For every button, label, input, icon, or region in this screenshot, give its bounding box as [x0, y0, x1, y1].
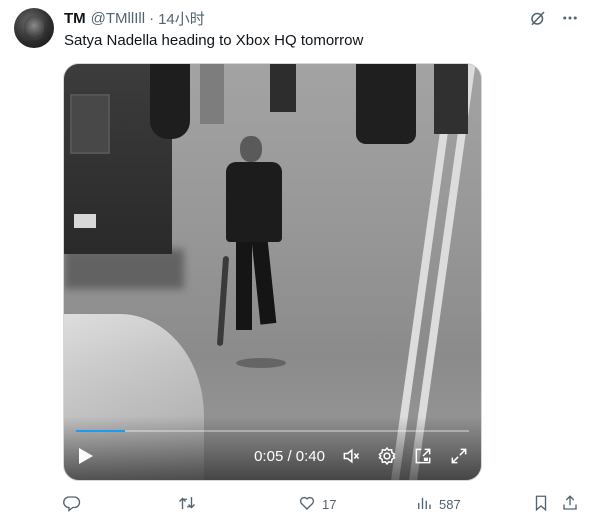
progress-bar[interactable]: [76, 430, 469, 432]
views-count: 587: [439, 497, 461, 512]
bookmark-button[interactable]: [532, 494, 550, 515]
retweet-icon: [177, 494, 197, 515]
tweet-text: Satya Nadella heading to Xbox HQ tomorro…: [64, 32, 364, 49]
separator-dot: ·: [149, 9, 155, 27]
video-timecode: 0:05 / 0:40: [254, 447, 325, 465]
retweet-button[interactable]: [177, 494, 203, 515]
user-handle[interactable]: @TMllIll: [91, 10, 145, 27]
settings-icon[interactable]: [377, 446, 397, 466]
bookmark-icon: [532, 494, 550, 515]
reply-icon: [63, 494, 81, 515]
video-controls: 0:05 / 0:40: [64, 416, 481, 480]
picture-in-picture-icon[interactable]: [413, 446, 433, 466]
person-figure: [216, 136, 308, 376]
display-name[interactable]: TM: [64, 10, 86, 27]
like-button[interactable]: 17: [298, 494, 336, 515]
timestamp[interactable]: 14小时: [158, 8, 205, 29]
play-icon[interactable]: [78, 446, 96, 466]
grok-icon[interactable]: [528, 8, 548, 28]
tweet-header: TM @TMllIll · 14小时: [64, 8, 205, 28]
like-icon: [298, 494, 316, 515]
top-actions: [528, 8, 580, 28]
tweet-actions: 17 587: [63, 494, 581, 514]
progress-fill: [76, 430, 126, 432]
avatar[interactable]: [14, 8, 54, 48]
views-button[interactable]: 587: [415, 494, 461, 515]
like-count: 17: [322, 497, 337, 512]
more-icon[interactable]: [560, 8, 580, 28]
mute-icon[interactable]: [341, 446, 361, 466]
share-icon: [561, 494, 579, 515]
fullscreen-icon[interactable]: [449, 446, 469, 466]
reply-button[interactable]: [63, 494, 87, 515]
video-player[interactable]: 0:05 / 0:40: [63, 63, 482, 481]
views-icon: [415, 494, 433, 515]
video-controls-right: 0:05 / 0:40: [254, 446, 469, 466]
share-button[interactable]: [561, 494, 579, 515]
